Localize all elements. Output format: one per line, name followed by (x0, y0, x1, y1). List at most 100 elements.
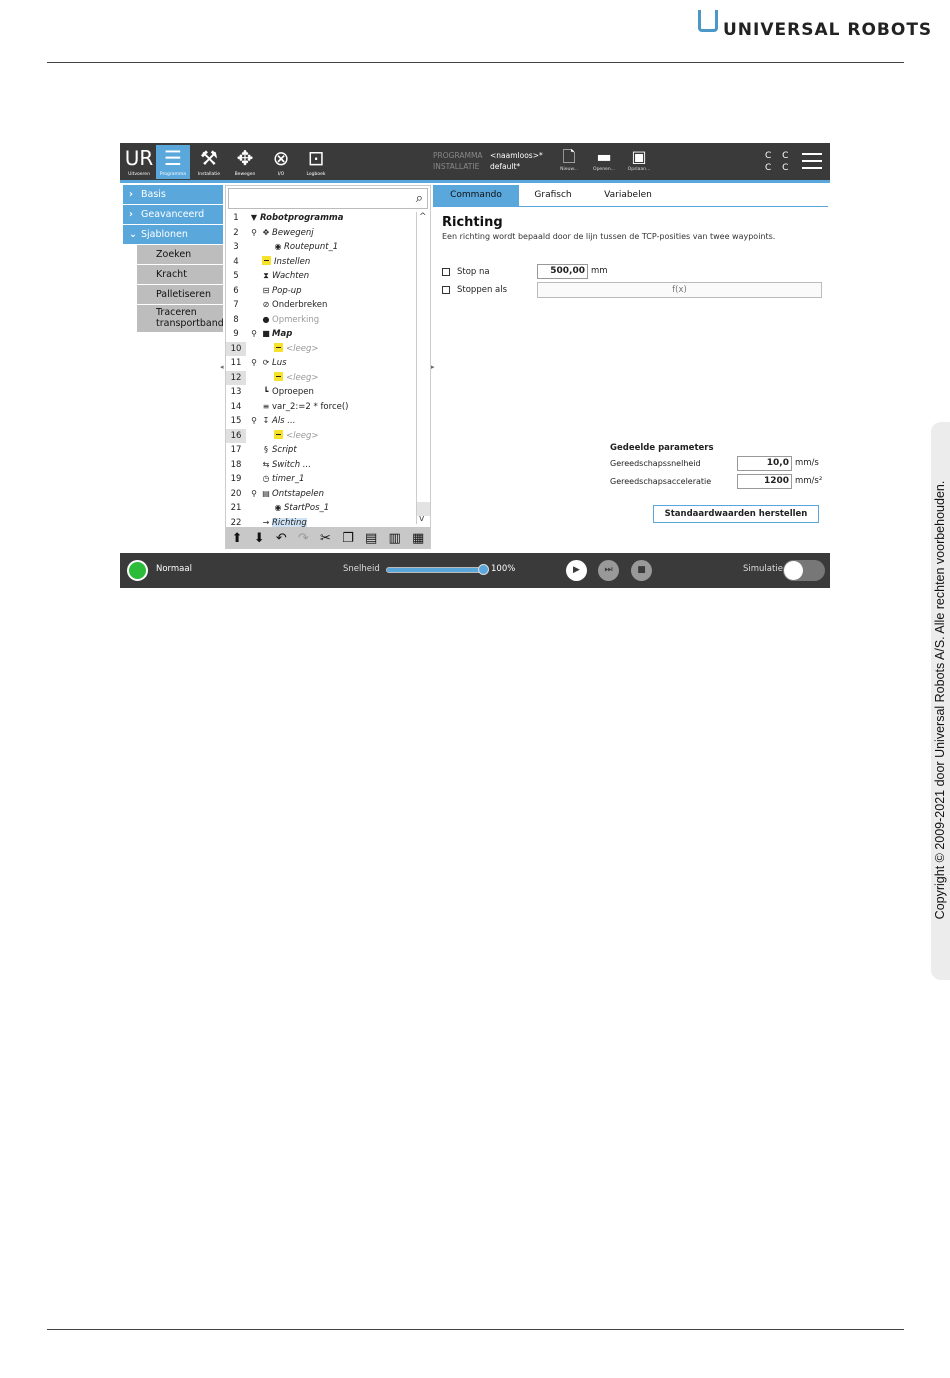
command-tabs: Commando Grafisch Variabelen (433, 185, 828, 206)
ur-run-icon: ᑌR (124, 146, 154, 170)
waypoint-icon: ◉ (274, 242, 282, 251)
tab-underline (433, 206, 828, 207)
new-button[interactable]: 🗋 Nieuw... (555, 147, 583, 172)
tree-row[interactable]: 2 ⚲ ✥ Bewegenj (226, 226, 416, 241)
hamburger-menu-icon[interactable] (802, 153, 822, 169)
tab-io[interactable]: ⊗ I/O (264, 145, 298, 179)
chevron-right-icon: › (129, 189, 133, 200)
tree-row[interactable]: 21 ◉ StartPos_1 (226, 501, 416, 516)
tree-row[interactable]: 15 ⚲ ↧ Als ... (226, 414, 416, 429)
chevron-down-icon: ⌄ (129, 229, 137, 240)
speed-value: 100% (491, 564, 516, 574)
nav-geavanceerd[interactable]: › Geavanceerd (123, 205, 223, 224)
nav-item-palletiseren[interactable]: Palletiseren (137, 285, 223, 304)
simulation-toggle[interactable] (783, 560, 825, 581)
tree-scrollbar[interactable]: ^ v (416, 212, 430, 524)
stop-after-unit: mm (591, 266, 608, 276)
tree-row[interactable]: 19 ◷ timer_1 (226, 472, 416, 487)
play-button[interactable]: ▶ (566, 560, 587, 581)
stop-button[interactable]: ■ (631, 560, 652, 581)
tree-row[interactable]: 17 § Script (226, 443, 416, 458)
tree-row[interactable]: 8 ● Opmerking (226, 313, 416, 328)
speed-slider[interactable] (386, 567, 486, 573)
scroll-down-icon[interactable]: v (419, 514, 424, 524)
hourglass-icon: ⧗ (263, 271, 269, 280)
redo-icon[interactable]: ↷ (298, 531, 309, 546)
tree-row[interactable]: 16 <leeg> (226, 428, 416, 443)
open-button[interactable]: ▬ Openen... (590, 147, 618, 172)
tree-row[interactable]: 20 ⚲ ▤ Ontstapelen (226, 487, 416, 502)
nav-basis[interactable]: › Basis (123, 185, 223, 204)
tree-row[interactable]: 5 ⧗ Wachten (226, 269, 416, 284)
shared-parameters: Gedeelde parameters Gereedschapssnelheid… (610, 443, 825, 492)
tree-row[interactable]: 1 ▼ Robotprogramma (226, 211, 416, 226)
tool-speed-field[interactable]: 10,0 (737, 456, 792, 471)
control-mode-indicator[interactable]: C C C C (765, 150, 792, 174)
suppress-icon[interactable]: ▦ (412, 531, 424, 546)
save-icon: ▣ (631, 147, 647, 166)
move-up-icon[interactable]: ⬆ (232, 531, 243, 546)
tree-row[interactable]: 10 <leeg> (226, 341, 416, 356)
tab-move[interactable]: ✥ Bewegen (228, 145, 262, 179)
stop-icon: ■ (637, 565, 646, 575)
tab-variabelen[interactable]: Variabelen (587, 185, 669, 206)
stop-if-expression-field[interactable]: f(x) (537, 282, 822, 298)
tree-row[interactable]: 14 ≡ var_2:=2 * force() (226, 400, 416, 415)
robot-program-icon: ▼ (250, 213, 258, 222)
polyscope-screenshot: ᑌR Uitvoeren ☰ Programma ⚒ Installatie ✥… (120, 143, 830, 588)
loop-icon: ⟳ (262, 358, 270, 367)
tab-run[interactable]: ᑌR Uitvoeren (122, 145, 156, 179)
tree-search-input[interactable]: ⌕ (228, 188, 428, 209)
reset-defaults-button[interactable]: Standaardwaarden herstellen (653, 505, 819, 523)
tab-log[interactable]: ⊡ Logboek (299, 145, 333, 179)
robot-status-indicator[interactable] (127, 560, 148, 581)
nav-item-kracht[interactable]: Kracht (137, 265, 223, 284)
accent-line (120, 180, 830, 183)
stop-after-checkbox[interactable] (442, 268, 450, 276)
nav-item-traceren-transportband[interactable]: Traceren transportband (137, 305, 224, 332)
tree-row[interactable]: 11 ⚲ ⟳ Lus (226, 356, 416, 371)
tab-commando[interactable]: Commando (433, 185, 519, 206)
scroll-up-icon[interactable]: ^ (419, 212, 427, 222)
if-icon: ↧ (262, 416, 270, 425)
tree-row[interactable]: 13 ┗ Oproepen (226, 385, 416, 400)
tree-row[interactable]: 7 ⊘ Onderbreken (226, 298, 416, 313)
tool-accel-field[interactable]: 1200 (737, 474, 792, 489)
simulation-label: Simulatie (743, 564, 783, 574)
save-button[interactable]: ▣ Opslaan... (625, 147, 653, 172)
move-down-icon[interactable]: ⬇ (254, 531, 265, 546)
nav-item-zoeken[interactable]: Zoeken (137, 245, 223, 264)
collapse-right-icon[interactable]: ▸ (431, 363, 435, 371)
stop-if-checkbox[interactable] (442, 286, 450, 294)
paste-icon[interactable]: ▤ (365, 531, 377, 546)
folder-icon: ▬ (596, 147, 612, 166)
tree-row[interactable]: 18 ⇆ Switch ... (226, 458, 416, 473)
toggle-knob (784, 561, 803, 580)
copy-icon[interactable]: ❐ (342, 531, 354, 546)
undo-icon[interactable]: ↶ (276, 531, 287, 546)
popup-icon: ⊟ (262, 285, 270, 295)
stop-after-field[interactable]: 500,00 (537, 264, 588, 279)
comment-icon: ● (262, 314, 270, 324)
expand-icon: ⚲ (251, 329, 257, 338)
waypoint-icon: ◉ (274, 503, 282, 512)
tree-row[interactable]: 3 ◉ Routepunt_1 (226, 240, 416, 255)
brand-name: UNIVERSAL ROBOTS (723, 20, 933, 40)
tree-row[interactable]: 12 <leeg> (226, 370, 416, 385)
bottom-bar: Normaal Snelheid 100% ▶ ⏭ ■ Simulatie (120, 553, 830, 588)
tree-row[interactable]: 6 ⊟ Pop-up (226, 284, 416, 299)
tree-row[interactable]: 9 ⚲ ■ Map (226, 327, 416, 342)
tab-installation[interactable]: ⚒ Installatie (192, 145, 226, 179)
cut-icon[interactable]: ✂ (320, 531, 331, 546)
step-button[interactable]: ⏭ (598, 560, 619, 581)
program-name: <naamloos>* (490, 151, 543, 160)
speed-slider-handle[interactable] (478, 564, 489, 575)
installation-name: default* (490, 162, 521, 171)
tree-row[interactable]: 4 Instellen (226, 255, 416, 270)
delete-icon[interactable]: ▥ (389, 531, 401, 546)
tab-program[interactable]: ☰ Programma (156, 145, 190, 179)
collapse-left-icon[interactable]: ◂ (220, 363, 224, 371)
tab-grafisch[interactable]: Grafisch (519, 185, 587, 206)
nav-sjablonen[interactable]: ⌄ Sjablonen (123, 225, 223, 244)
robot-status-label: Normaal (156, 564, 192, 574)
